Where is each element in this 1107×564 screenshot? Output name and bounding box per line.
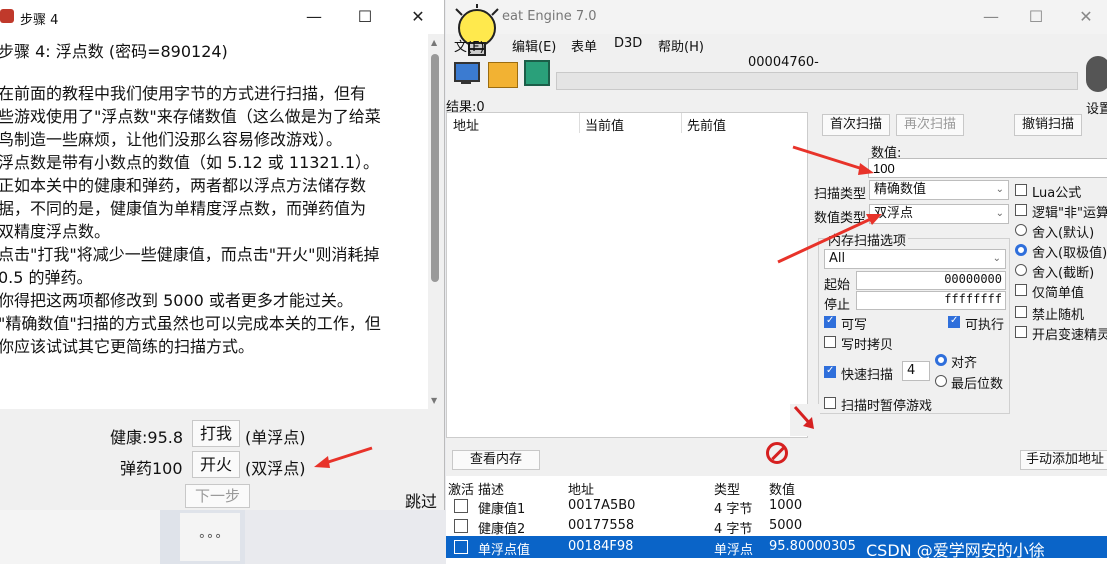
annotation-arrows	[314, 145, 882, 468]
arrow-to-value-type	[777, 214, 882, 264]
arrow-to-ammo	[314, 446, 373, 468]
arrow-to-value	[792, 145, 874, 175]
